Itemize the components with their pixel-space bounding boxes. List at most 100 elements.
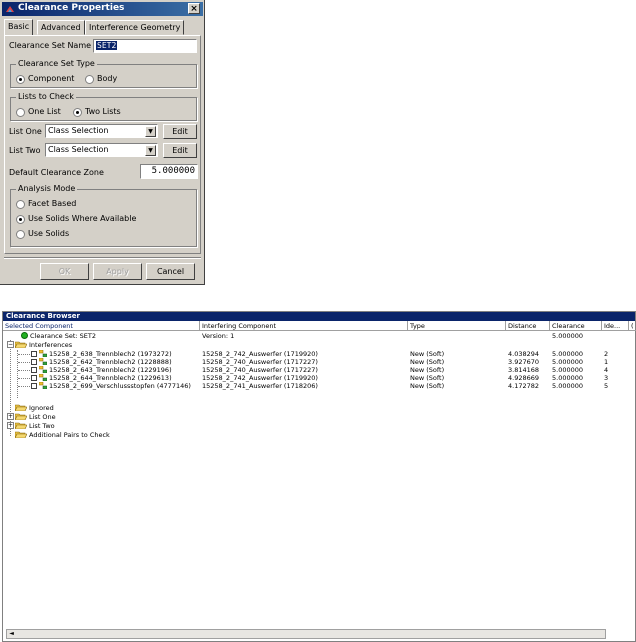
scroll-left-icon[interactable]: ◄ [7, 630, 16, 638]
row-selected-component: 15258_2_642_Trennblech2 (1228888) [49, 358, 172, 366]
clearance-properties-dialog: Clearance Properties × Basic Advanced In… [0, 0, 205, 285]
column-selected-component[interactable]: Selected Component [3, 321, 200, 331]
table-row[interactable]: 15258_2_699_Verschlussstopfen (4777146) … [3, 382, 635, 390]
component-icon [39, 382, 47, 389]
row-distance: 3.927670 [508, 358, 540, 366]
row-distance: 4.038294 [508, 350, 540, 358]
root-version: Version: 1 [202, 332, 235, 340]
row-interfering-component: 15258_2_742_Auswerfer (1719920) [202, 350, 318, 358]
radio-body[interactable] [85, 75, 94, 84]
app-icon [6, 6, 14, 12]
apply-button[interactable]: Apply [93, 263, 142, 280]
expand-icon[interactable]: + [7, 422, 14, 429]
row-clearance: 5.000000 [552, 374, 584, 382]
component-icon [39, 366, 47, 373]
row-type: New (Soft) [410, 382, 445, 390]
cancel-button[interactable]: Cancel [146, 263, 195, 280]
row-id: 2 [604, 350, 609, 358]
tree-list-two-row[interactable]: + List Two [3, 422, 635, 430]
expand-icon[interactable]: + [7, 413, 14, 420]
ok-button[interactable]: OK [40, 263, 89, 280]
column-interfering-component[interactable]: Interfering Component [200, 321, 408, 331]
dialog-title: Clearance Properties [18, 3, 125, 13]
analysis-mode-title: Analysis Mode [16, 184, 78, 193]
row-checkbox[interactable] [31, 359, 37, 365]
row-selected-component: 15258_2_638_Trennblech2 (1973272) [49, 350, 172, 358]
radio-use-solids-where-available[interactable] [16, 215, 25, 224]
tree-branch [18, 386, 30, 387]
tab-advanced[interactable]: Advanced [37, 20, 85, 35]
tab-basic[interactable]: Basic [4, 19, 34, 36]
open-folder-icon [15, 431, 27, 438]
analysis-mode-group: Analysis Mode Facet Based Use Solids Whe… [10, 184, 197, 247]
row-checkbox[interactable] [31, 367, 37, 373]
tree-branch [18, 362, 30, 363]
clearance-set-name-input[interactable]: SET2 [93, 39, 197, 53]
tree-additional-pairs-row[interactable]: Additional Pairs to Check [3, 431, 635, 439]
table-row[interactable]: 15258_2_638_Trennblech2 (1973272) 15258_… [3, 350, 635, 358]
radio-two-lists[interactable] [73, 108, 82, 117]
radio-component[interactable] [16, 75, 25, 84]
interferences-label: Interferences [29, 341, 73, 349]
tree-branch [18, 370, 30, 371]
collapse-icon[interactable]: − [7, 341, 14, 348]
open-folder-icon [15, 341, 27, 348]
column-identifier[interactable]: Ide... [602, 321, 629, 331]
row-id: 4 [604, 366, 609, 374]
table-row[interactable]: 15258_2_642_Trennblech2 (1228888) 15258_… [3, 358, 635, 366]
lists-to-check-title: Lists to Check [16, 92, 76, 101]
close-button[interactable]: × [188, 3, 200, 14]
row-distance: 4.172782 [508, 382, 540, 390]
list-two-combo[interactable]: Class Selection ▼ [45, 143, 158, 157]
table-row[interactable]: 15258_2_643_Trennblech2 (1229196) 15258_… [3, 366, 635, 374]
tree-branch [18, 354, 30, 355]
row-type: New (Soft) [410, 366, 445, 374]
row-id: 5 [604, 382, 609, 390]
horizontal-scrollbar[interactable]: ◄ [6, 629, 606, 639]
column-distance[interactable]: Distance [506, 321, 550, 331]
radio-facet-based-label: Facet Based [28, 199, 77, 208]
row-clearance: 5.000000 [552, 350, 584, 358]
column-type[interactable]: Type [408, 321, 506, 331]
radio-one-list-label: One List [28, 107, 61, 116]
row-interfering-component: 15258_2_742_Auswerfer (1719920) [202, 374, 318, 382]
radio-use-solids[interactable] [16, 230, 25, 239]
radio-facet-based[interactable] [16, 200, 25, 209]
radio-one-list[interactable] [16, 108, 25, 117]
root-clearance: 5.000000 [552, 332, 584, 340]
row-selected-component: 15258_2_699_Verschlussstopfen (4777146) [49, 382, 191, 390]
radio-component-label: Component [28, 74, 75, 83]
lists-to-check-group: Lists to Check One List Two Lists [10, 92, 197, 121]
open-folder-icon [15, 413, 27, 420]
row-checkbox[interactable] [31, 351, 37, 357]
radio-body-label: Body [97, 74, 118, 83]
table-row[interactable]: 15258_2_644_Trennblech2 (1229613) 15258_… [3, 374, 635, 382]
radio-use-solids-label: Use Solids [28, 229, 70, 238]
status-ok-icon [21, 332, 28, 339]
row-checkbox[interactable] [31, 375, 37, 381]
tab-interference-geometry[interactable]: Interference Geometry [85, 20, 185, 35]
component-icon [39, 358, 47, 365]
tree-interferences-row[interactable]: − Interferences [3, 341, 635, 349]
tree-root-row[interactable]: Clearance Set: SET2 Version: 1 5.000000 [3, 332, 635, 340]
column-extra[interactable]: ( [629, 321, 636, 331]
column-clearance[interactable]: Clearance [550, 321, 602, 331]
row-type: New (Soft) [410, 358, 445, 366]
list-one-combo[interactable]: Class Selection ▼ [45, 124, 158, 138]
default-clearance-zone-input[interactable]: 5.000000 [140, 164, 198, 179]
row-clearance: 5.000000 [552, 366, 584, 374]
list-two-label: List Two [9, 146, 41, 155]
clearance-set-type-group: Clearance Set Type Component Body [10, 59, 197, 88]
list-one-label: List One [9, 127, 42, 136]
list-one-value: Class Selection [48, 126, 109, 135]
list-one-edit-button[interactable]: Edit [163, 124, 197, 139]
chevron-down-icon[interactable]: ▼ [145, 126, 156, 137]
list-two-edit-button[interactable]: Edit [163, 143, 197, 158]
row-id: 1 [604, 358, 609, 366]
tree-list-one-row[interactable]: + List One [3, 413, 635, 421]
clearance-browser: Clearance Browser Selected Component Int… [2, 311, 636, 642]
radio-two-lists-label: Two Lists [85, 107, 121, 116]
chevron-down-icon[interactable]: ▼ [145, 145, 156, 156]
tree-ignored-row[interactable]: Ignored [3, 404, 635, 412]
row-checkbox[interactable] [31, 383, 37, 389]
